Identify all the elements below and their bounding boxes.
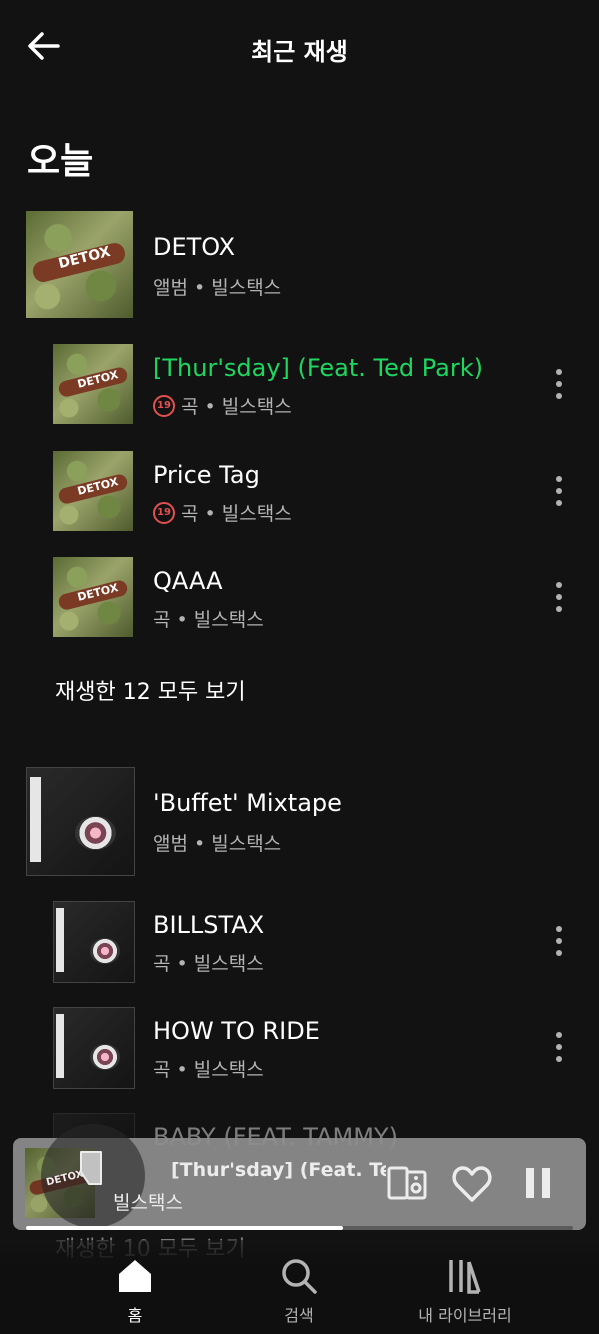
track-row[interactable]: HOW TO RIDE 곡 • 빌스택스 <box>0 1007 599 1089</box>
device-handle-icon <box>80 1151 102 1185</box>
track-title: BILLSTAX <box>153 911 265 939</box>
connect-device-icon[interactable] <box>385 1162 429 1206</box>
track-subtitle: 곡 • 빌스택스 <box>181 503 292 525</box>
search-icon <box>282 1259 317 1294</box>
album-subtitle: 앨범 • 빌스택스 <box>153 277 282 299</box>
see-all-button[interactable]: 재생한 12 모두 보기 <box>55 674 246 706</box>
album-subtitle: 앨범 • 빌스택스 <box>153 833 282 855</box>
album-title: DETOX <box>153 233 236 261</box>
track-row[interactable]: DETOX Price Tag 19 곡 • 빌스택스 <box>0 451 599 533</box>
page-title: 최근 재생 <box>251 38 348 66</box>
album-title: 'Buffet' Mixtape <box>153 789 342 817</box>
track-row[interactable]: DETOX [Thur'sday] (Feat. Ted Park) 19 곡 … <box>0 344 599 426</box>
heart-icon[interactable] <box>450 1162 494 1206</box>
track-title: QAAA <box>153 567 223 595</box>
nav-home[interactable]: 홈 <box>100 1256 170 1326</box>
track-cover <box>53 901 135 983</box>
track-meta: 19 곡 • 빌스택스 <box>153 392 292 419</box>
more-options-icon[interactable] <box>547 471 571 511</box>
header: 최근 재생 <box>0 0 599 95</box>
track-row[interactable]: DETOX QAAA 곡 • 빌스택스 <box>0 557 599 639</box>
bottom-nav: 홈 검색 내 라이브러리 <box>0 1240 599 1334</box>
track-title: Price Tag <box>153 461 260 489</box>
track-cover: DETOX <box>53 451 133 531</box>
album-row-detox[interactable]: DETOX DETOX 앨범 • 빌스택스 <box>0 211 599 319</box>
more-options-icon[interactable] <box>547 577 571 617</box>
progress-fill <box>26 1226 344 1230</box>
home-icon <box>119 1260 151 1292</box>
nav-library-label: 내 라이브러리 <box>418 1306 512 1325</box>
track-cover: DETOX <box>53 344 133 424</box>
more-options-icon[interactable] <box>547 921 571 961</box>
section-title-today: 오늘 <box>27 141 94 182</box>
nav-library[interactable]: 내 라이브러리 <box>405 1256 525 1326</box>
album-cover <box>26 767 135 876</box>
track-cover <box>53 1007 135 1089</box>
nav-search[interactable]: 검색 <box>264 1256 334 1326</box>
player-track-title: [Thur'sday] (Feat. Ted Park) <box>171 1159 386 1181</box>
mini-player[interactable]: DETOX [Thur'sday] (Feat. Ted Park) 빌스택스 <box>13 1124 586 1230</box>
nav-home-label: 홈 <box>127 1306 143 1325</box>
track-title: HOW TO RIDE <box>153 1017 320 1045</box>
more-options-icon[interactable] <box>547 364 571 404</box>
explicit-badge-icon: 19 <box>153 394 175 417</box>
library-icon <box>449 1260 481 1294</box>
nav-search-label: 검색 <box>284 1306 314 1325</box>
track-cover: DETOX <box>53 557 133 637</box>
track-row[interactable]: BILLSTAX 곡 • 빌스택스 <box>0 901 599 983</box>
track-subtitle: 곡 • 빌스택스 <box>153 609 264 631</box>
track-title: [Thur'sday] (Feat. Ted Park) <box>153 354 483 382</box>
more-options-icon[interactable] <box>547 1027 571 1067</box>
album-cover: DETOX <box>26 211 133 318</box>
player-artist: 빌스택스 <box>113 1192 183 1214</box>
explicit-badge-icon: 19 <box>153 501 175 524</box>
album-row-buffet[interactable]: 'Buffet' Mixtape 앨범 • 빌스택스 <box>0 767 599 876</box>
track-subtitle: 곡 • 빌스택스 <box>181 396 292 418</box>
track-meta: 19 곡 • 빌스택스 <box>153 499 292 526</box>
track-subtitle: 곡 • 빌스택스 <box>153 1059 264 1081</box>
track-subtitle: 곡 • 빌스택스 <box>153 953 264 975</box>
pause-icon[interactable] <box>516 1162 560 1206</box>
